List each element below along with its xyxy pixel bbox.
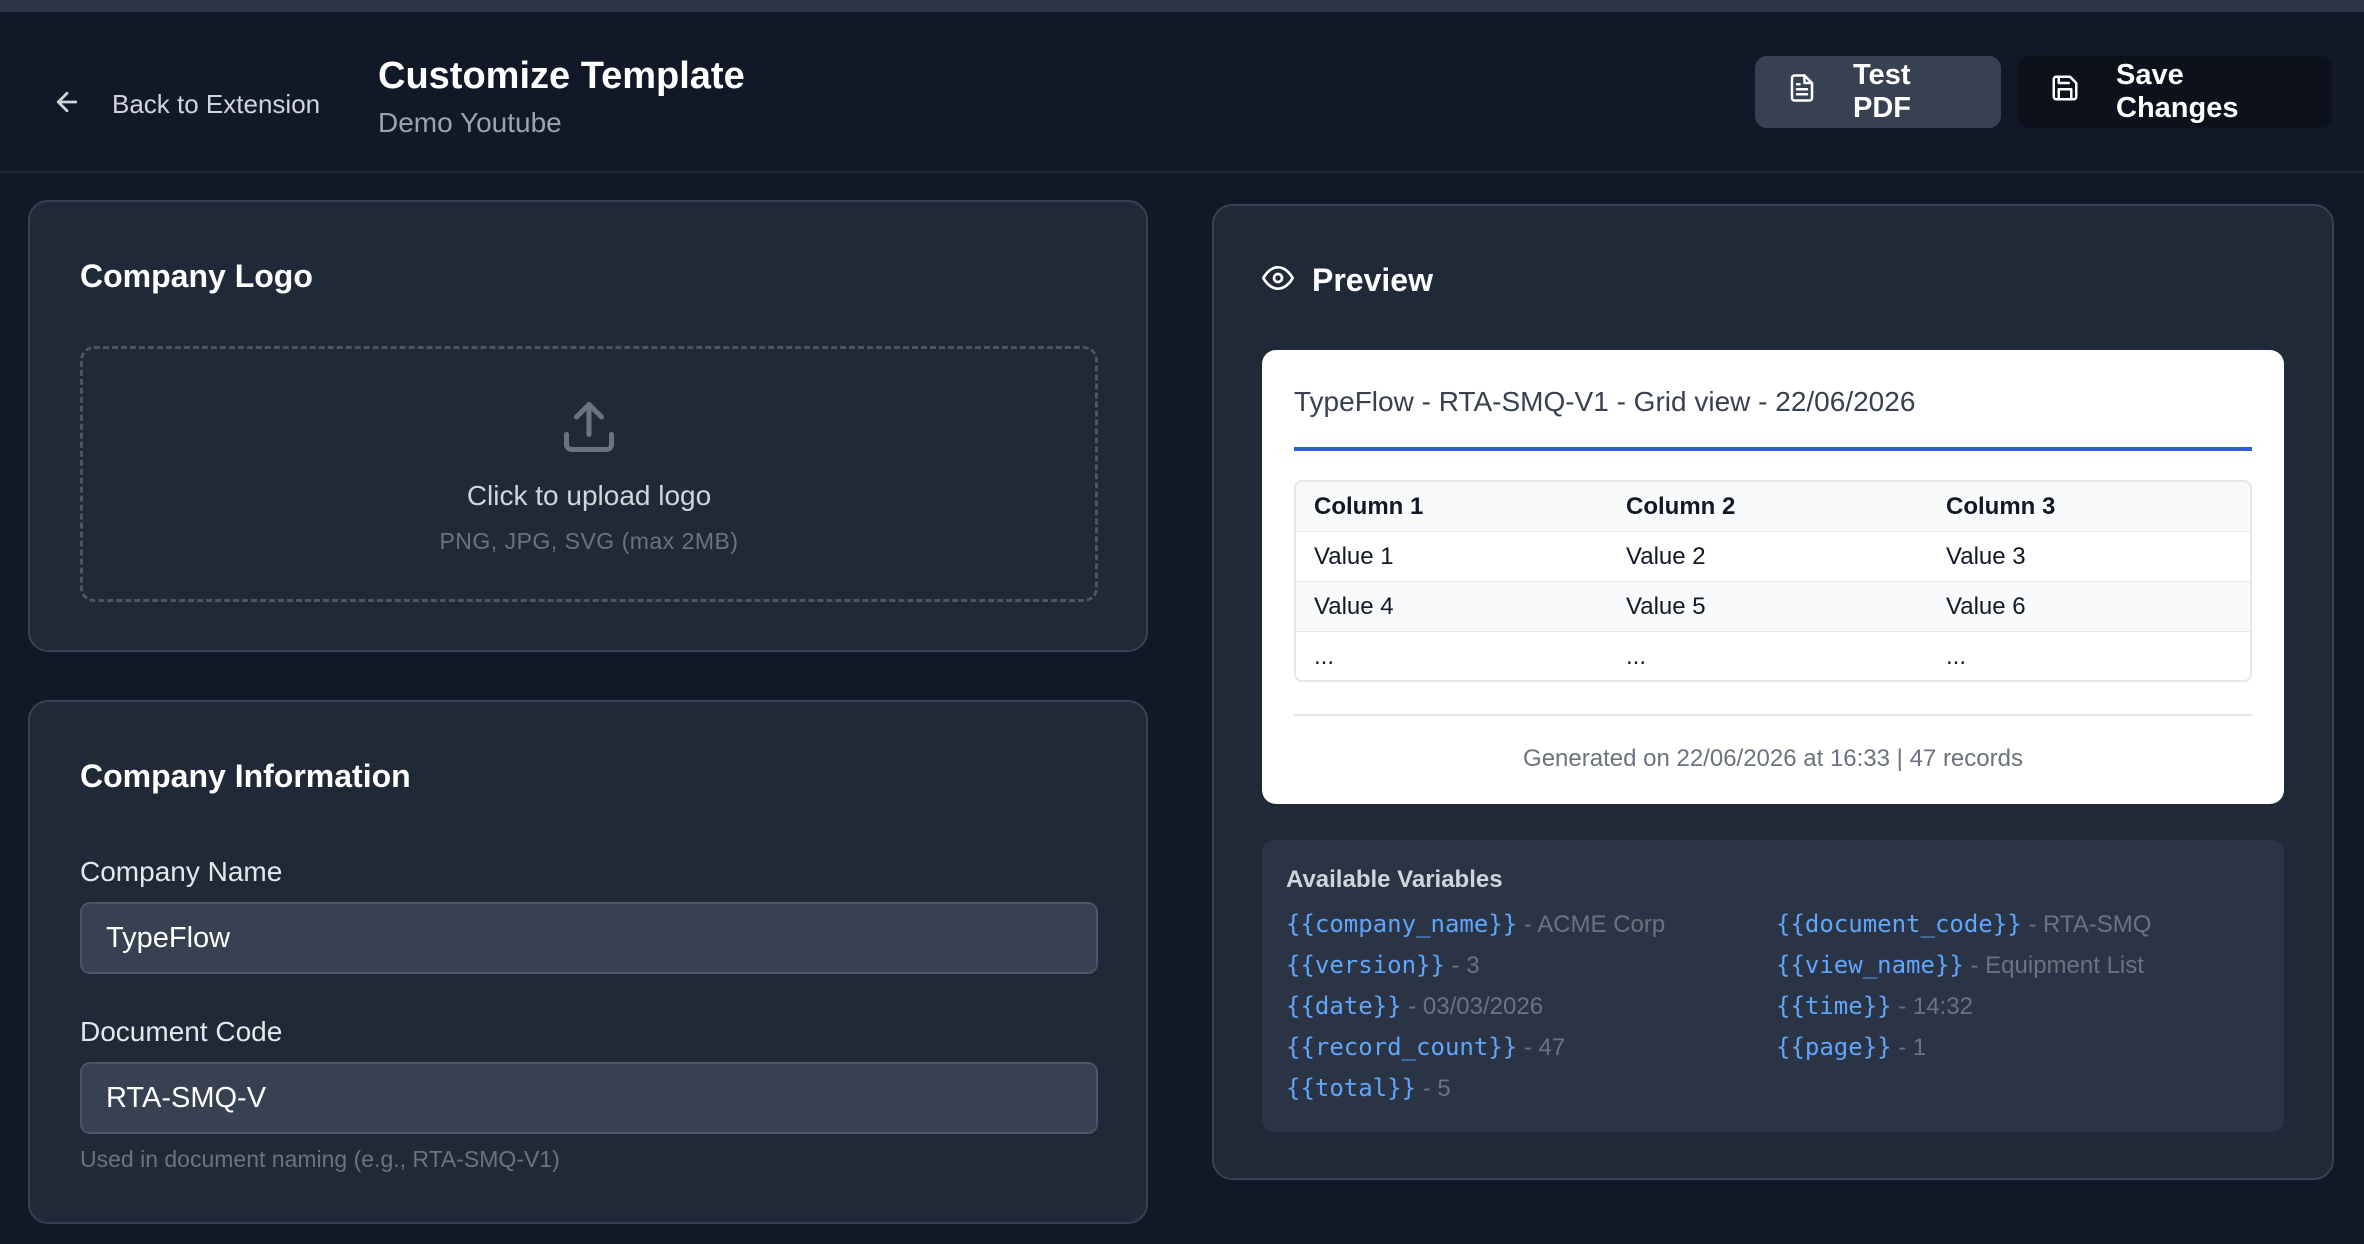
document-code-input[interactable]: [80, 1062, 1098, 1134]
variable-code: {{record_count}}: [1286, 1033, 1518, 1061]
document-footer-rule: [1294, 714, 2252, 716]
document-title: TypeFlow - RTA-SMQ-V1 - Grid view - 22/0…: [1294, 386, 1916, 417]
eye-icon: [1262, 262, 1294, 299]
save-changes-button[interactable]: Save Changes: [2018, 56, 2332, 128]
upload-hint: PNG, JPG, SVG (max 2MB): [439, 528, 739, 554]
column-header: Column 1: [1314, 492, 1424, 520]
preview-table: Column 1 Column 2 Column 3 Value 1 Value…: [1294, 480, 2252, 682]
table-row: Value 1 Value 2 Value 3: [1296, 532, 2250, 582]
preview-header: Preview: [1262, 262, 1433, 299]
page-subtitle: Demo Youtube: [378, 107, 562, 139]
variable-desc: - 5: [1422, 1075, 1451, 1102]
variable-desc: - 47: [1523, 1034, 1566, 1061]
variable-code: {{page}}: [1776, 1033, 1892, 1061]
company-name-input[interactable]: [80, 902, 1098, 974]
variable-desc: - 1: [1898, 1034, 1927, 1061]
table-row: Value 4 Value 5 Value 6: [1296, 582, 2250, 632]
variables-title: Available Variables: [1286, 866, 1503, 893]
file-text-icon: [1787, 73, 1817, 111]
page-header: Back to Extension Customize Template Dem…: [0, 12, 2364, 173]
variable-item: {{view_name}} - Equipment List: [1776, 951, 2144, 980]
table-cell: Value 3: [1946, 542, 2026, 570]
document-title-rule: [1294, 447, 2252, 451]
document-preview: TypeFlow - RTA-SMQ-V1 - Grid view - 22/0…: [1262, 350, 2284, 804]
logo-upload-dropzone[interactable]: Click to upload logo PNG, JPG, SVG (max …: [80, 346, 1098, 602]
variable-item: {{version}} - 3: [1286, 951, 1480, 980]
back-label: Back to Extension: [112, 88, 321, 119]
table-cell: Value 2: [1626, 542, 1706, 570]
variable-code: {{version}}: [1286, 951, 1445, 979]
preview-card: Preview TypeFlow - RTA-SMQ-V1 - Grid vie…: [1212, 204, 2334, 1180]
variable-code: {{company_name}}: [1286, 910, 1518, 938]
table-cell: ...: [1946, 643, 1967, 670]
variable-code: {{total}}: [1286, 1074, 1417, 1102]
table-cell: Value 4: [1314, 592, 1394, 620]
variable-item: {{date}} - 03/03/2026: [1286, 992, 1543, 1021]
table-cell: Value 5: [1626, 592, 1706, 620]
column-header: Column 2: [1626, 492, 1736, 520]
table-cell: Value 6: [1946, 592, 2026, 620]
save-changes-label: Save Changes: [2116, 59, 2239, 124]
test-pdf-label: Test PDF: [1853, 59, 1911, 124]
variable-desc: - 03/03/2026: [1408, 993, 1544, 1020]
table-cell: Value 1: [1314, 542, 1394, 570]
company-logo-title: Company Logo: [80, 258, 313, 294]
available-variables-panel: Available Variables {{company_name}} - A…: [1262, 840, 2284, 1132]
save-icon: [2050, 73, 2080, 111]
table-row: ... ... ...: [1296, 632, 2250, 680]
variable-item: {{record_count}} - 47: [1286, 1033, 1565, 1062]
company-information-title: Company Information: [80, 758, 411, 794]
variable-desc: - ACME Corp: [1523, 911, 1666, 938]
test-pdf-button[interactable]: Test PDF: [1755, 56, 2001, 128]
variable-code: {{time}}: [1776, 992, 1892, 1020]
preview-title: Preview: [1312, 262, 1433, 298]
table-header-row: Column 1 Column 2 Column 3: [1296, 482, 2250, 532]
variable-code: {{document_code}}: [1776, 910, 2022, 938]
back-to-extension-link[interactable]: Back to Extension: [52, 74, 320, 134]
variable-item: {{total}} - 5: [1286, 1074, 1451, 1103]
column-header: Column 3: [1946, 492, 2056, 520]
upload-label: Click to upload logo: [466, 480, 712, 511]
variable-code: {{date}}: [1286, 992, 1402, 1020]
variable-desc: - 3: [1451, 952, 1480, 979]
document-code-label: Document Code: [80, 1016, 283, 1047]
page-titles: Customize Template Demo Youtube: [378, 52, 745, 139]
company-logo-card: Company Logo Click to upload logo PNG, J…: [28, 200, 1148, 652]
upload-icon: [559, 349, 619, 462]
variable-item: {{document_code}} - RTA-SMQ: [1776, 910, 2151, 939]
table-cell: ...: [1626, 643, 1647, 670]
document-code-help: Used in document naming (e.g., RTA-SMQ-V…: [80, 1146, 560, 1172]
variable-desc: - 14:32: [1898, 993, 1973, 1020]
window-top-strip: [0, 0, 2364, 12]
variable-item: {{page}} - 1: [1776, 1033, 1926, 1062]
variable-code: {{view_name}}: [1776, 951, 1964, 979]
variable-item: {{time}} - 14:32: [1776, 992, 1973, 1021]
table-cell: ...: [1314, 643, 1335, 670]
arrow-left-icon: [52, 87, 82, 122]
company-name-label: Company Name: [80, 856, 283, 887]
document-footer: Generated on 22/06/2026 at 16:33 | 47 re…: [1523, 745, 2023, 772]
variable-desc: - Equipment List: [1970, 952, 2144, 979]
variable-desc: - RTA-SMQ: [2028, 911, 2152, 938]
company-information-card: Company Information Company Name Documen…: [28, 700, 1148, 1224]
page-title: Customize Template: [378, 55, 745, 97]
variable-item: {{company_name}} - ACME Corp: [1286, 910, 1665, 939]
